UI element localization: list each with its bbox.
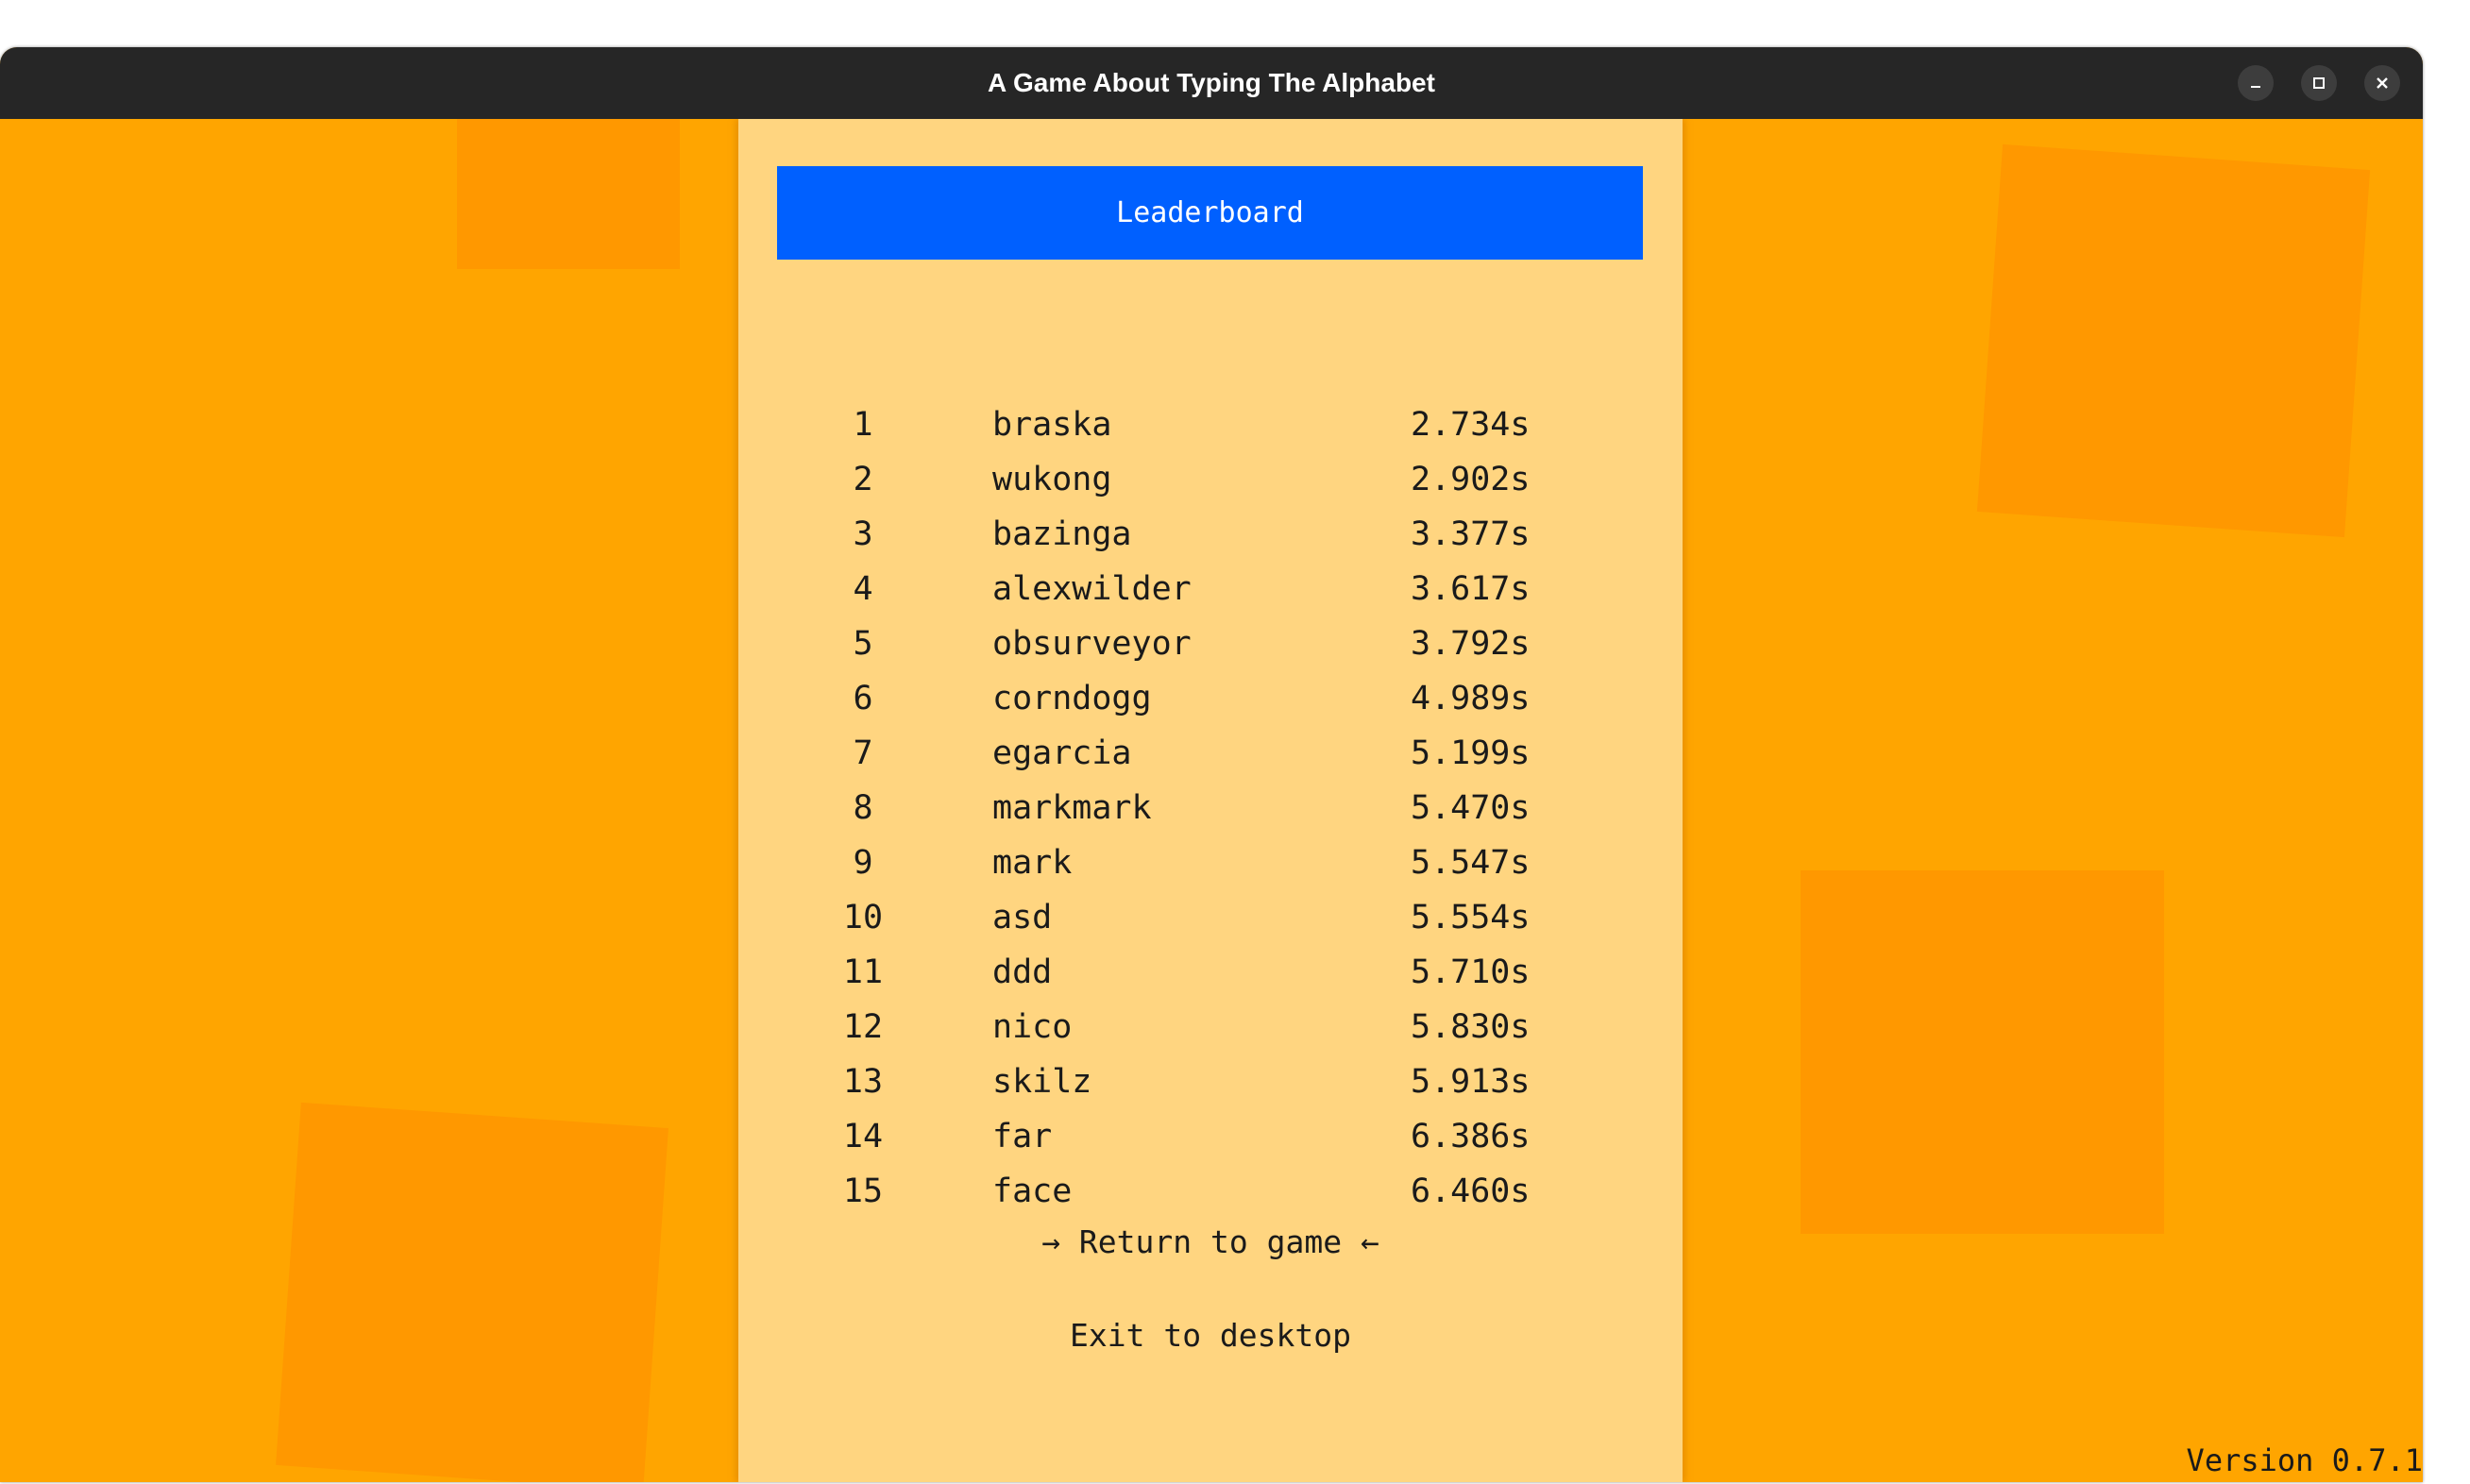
player-name: braska — [992, 406, 1112, 444]
player-name: obsurveyor — [992, 625, 1192, 663]
player-name: mark — [992, 844, 1073, 882]
player-name: asd — [992, 899, 1053, 936]
player-name: alexwilder — [992, 570, 1192, 608]
maximize-button[interactable] — [2301, 65, 2337, 101]
time-cell: 5.830s — [1411, 1008, 1531, 1046]
player-name: egarcia — [992, 734, 1132, 772]
leaderboard-row: 14 far 6.386s — [738, 1109, 1683, 1164]
leaderboard-row: 8 markmark 5.470s — [738, 781, 1683, 835]
exit-to-desktop-button[interactable]: Exit to desktop — [738, 1317, 1683, 1354]
time-cell: 3.377s — [1411, 515, 1531, 553]
leaderboard-row: 1 braska 2.734s — [738, 397, 1683, 452]
decorative-square — [457, 119, 680, 269]
leaderboard-list: 1 braska 2.734s 2 wukong 2.902s 3 bazinga 3.377s… — [738, 397, 1683, 1219]
leaderboard-row: 13 skilz 5.913s — [738, 1054, 1683, 1109]
leaderboard-row: 10 asd 5.554s — [738, 890, 1683, 945]
player-name: face — [992, 1172, 1073, 1210]
rank-cell: 4 — [853, 570, 873, 608]
player-name: bazinga — [992, 515, 1132, 553]
leaderboard-title: Leaderboard — [777, 166, 1643, 260]
minimize-icon — [2238, 83, 2274, 106]
player-name: wukong — [992, 461, 1112, 498]
time-cell: 5.710s — [1411, 953, 1531, 991]
time-cell: 3.792s — [1411, 625, 1531, 663]
time-cell: 4.989s — [1411, 680, 1531, 717]
rank-cell: 9 — [853, 844, 873, 882]
time-cell: 6.460s — [1411, 1172, 1531, 1210]
leaderboard-row: 7 egarcia 5.199s — [738, 726, 1683, 781]
rank-cell: 10 — [842, 899, 884, 936]
leaderboard-row: 6 corndogg 4.989s — [738, 671, 1683, 726]
decorative-square — [276, 1102, 668, 1482]
close-icon — [2364, 77, 2400, 106]
time-cell: 5.913s — [1411, 1063, 1531, 1101]
rank-cell: 14 — [842, 1118, 884, 1155]
leaderboard-row: 5 obsurveyor 3.792s — [738, 616, 1683, 671]
time-cell: 5.199s — [1411, 734, 1531, 772]
window-title: A Game About Typing The Alphabet — [988, 68, 1435, 97]
time-cell: 6.386s — [1411, 1118, 1531, 1155]
leaderboard-row: 2 wukong 2.902s — [738, 452, 1683, 507]
title-bar[interactable]: A Game About Typing The Alphabet — [0, 47, 2423, 119]
leaderboard-panel: Leaderboard 1 braska 2.734s 2 wukong 2.902s 3 b… — [738, 119, 1683, 1482]
time-cell: 2.734s — [1411, 406, 1531, 444]
close-button[interactable] — [2364, 65, 2400, 101]
rank-cell: 8 — [853, 789, 873, 827]
version-label: Version 0.7.1 — [2186, 1442, 2423, 1478]
time-cell: 5.470s — [1411, 789, 1531, 827]
game-window: A Game About Typing The Alphabet Leaderb… — [0, 47, 2423, 1482]
time-cell: 5.547s — [1411, 844, 1531, 882]
return-to-game-button[interactable]: → Return to game ← — [738, 1223, 1683, 1260]
player-name: markmark — [992, 789, 1152, 827]
leaderboard-row: 4 alexwilder 3.617s — [738, 562, 1683, 616]
decorative-square — [1801, 870, 2164, 1234]
rank-cell: 6 — [853, 680, 873, 717]
leaderboard-row: 12 nico 5.830s — [738, 1000, 1683, 1054]
game-area: Leaderboard 1 braska 2.734s 2 wukong 2.902s 3 b… — [0, 119, 2423, 1482]
player-name: ddd — [992, 953, 1053, 991]
time-cell: 5.554s — [1411, 899, 1531, 936]
rank-cell: 11 — [842, 953, 884, 991]
player-name: far — [992, 1118, 1053, 1155]
minimize-button[interactable] — [2238, 65, 2274, 101]
rank-cell: 12 — [842, 1008, 884, 1046]
rank-cell: 13 — [842, 1063, 884, 1101]
leaderboard-row: 15 face 6.460s — [738, 1164, 1683, 1219]
rank-cell: 5 — [853, 625, 873, 663]
rank-cell: 3 — [853, 515, 873, 553]
rank-cell: 7 — [853, 734, 873, 772]
leaderboard-row: 9 mark 5.547s — [738, 835, 1683, 890]
player-name: corndogg — [992, 680, 1152, 717]
leaderboard-row: 3 bazinga 3.377s — [738, 507, 1683, 562]
leaderboard-row: 11 ddd 5.710s — [738, 945, 1683, 1000]
player-name: skilz — [992, 1063, 1092, 1101]
player-name: nico — [992, 1008, 1073, 1046]
rank-cell: 1 — [853, 406, 873, 444]
rank-cell: 15 — [842, 1172, 884, 1210]
decorative-square — [1976, 143, 2371, 538]
maximize-icon — [2301, 77, 2337, 106]
time-cell: 2.902s — [1411, 461, 1531, 498]
rank-cell: 2 — [853, 461, 873, 498]
time-cell: 3.617s — [1411, 570, 1531, 608]
